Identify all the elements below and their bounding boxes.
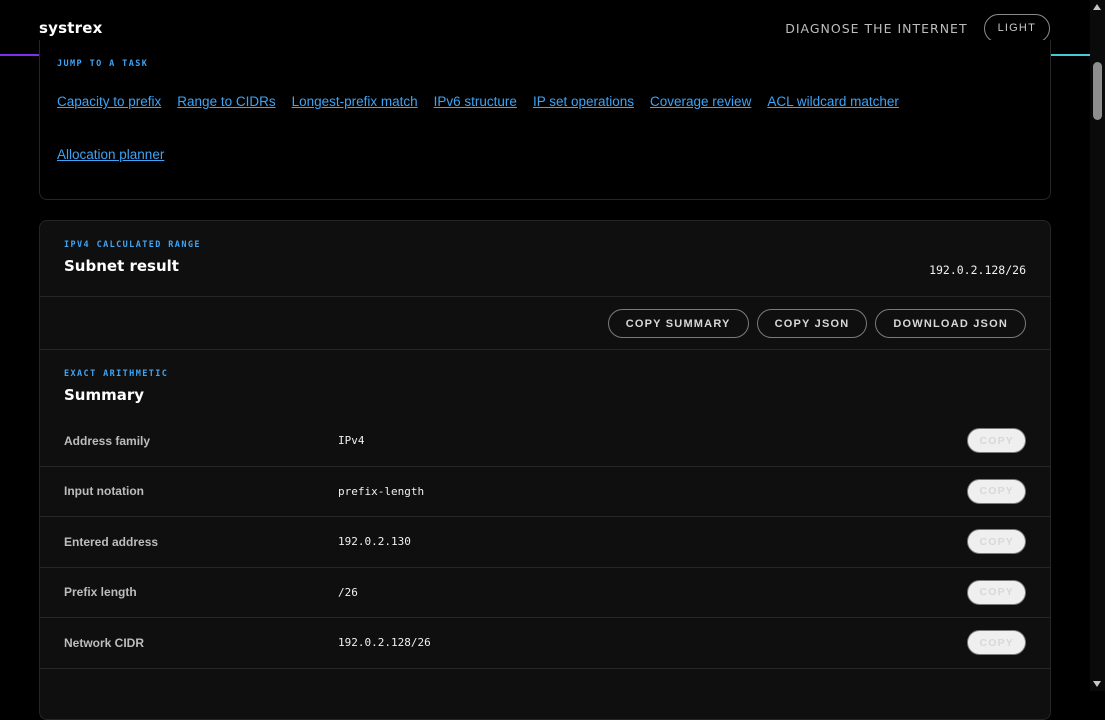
jump-eyebrow: JUMP TO A TASK xyxy=(57,59,149,69)
copy-json-button[interactable]: COPY JSON xyxy=(756,309,868,338)
task-link-ipv6-structure[interactable]: IPv6 structure xyxy=(434,92,517,112)
theme-toggle-button[interactable]: LIGHT xyxy=(983,13,1050,43)
task-link-longest-prefix-match[interactable]: Longest-prefix match xyxy=(292,92,418,112)
task-link-allocation-planner[interactable]: Allocation planner xyxy=(57,145,164,165)
scroll-down-arrow-icon[interactable] xyxy=(1093,681,1101,687)
copy-row-button[interactable]: COPY xyxy=(967,478,1026,504)
copy-row-button[interactable]: COPY xyxy=(967,579,1026,605)
task-link-capacity-to-prefix[interactable]: Capacity to prefix xyxy=(57,92,161,112)
summary-title: Summary xyxy=(64,386,145,404)
page-scrollbar[interactable] xyxy=(1090,0,1105,691)
task-link-acl-wildcard-matcher[interactable]: ACL wildcard matcher xyxy=(767,92,899,112)
row-value: IPv4 xyxy=(338,434,365,448)
row-value: 192.0.2.130 xyxy=(338,535,411,549)
summary-table: Address family IPv4 COPY Input notation … xyxy=(40,416,1050,669)
divider xyxy=(40,349,1050,350)
result-heading: IPV4 CALCULATED RANGE Subnet result xyxy=(64,240,201,275)
diagnose-internet-link[interactable]: DIAGNOSE THE INTERNET xyxy=(785,21,967,36)
download-json-button[interactable]: DOWNLOAD JSON xyxy=(875,309,1026,338)
result-actions: COPY SUMMARY COPY JSON DOWNLOAD JSON xyxy=(607,309,1026,338)
result-title: Subnet result xyxy=(64,257,179,275)
row-value: 192.0.2.128/26 xyxy=(338,636,431,650)
copy-summary-button[interactable]: COPY SUMMARY xyxy=(607,309,749,338)
copy-row-button[interactable]: COPY xyxy=(967,428,1026,454)
summary-eyebrow: EXACT ARITHMETIC xyxy=(64,369,169,379)
summary-row-address-family: Address family IPv4 COPY xyxy=(40,416,1050,467)
task-links: Capacity to prefix Range to CIDRs Longes… xyxy=(57,92,1017,165)
task-link-range-to-cidrs[interactable]: Range to CIDRs xyxy=(177,92,275,112)
summary-heading: EXACT ARITHMETIC Summary xyxy=(64,369,168,404)
row-label: Entered address xyxy=(64,534,159,549)
copy-row-button[interactable]: COPY xyxy=(967,630,1026,656)
row-label: Address family xyxy=(64,433,151,448)
subnet-result-panel: IPV4 CALCULATED RANGE Subnet result 192.… xyxy=(39,220,1051,720)
task-link-ip-set-operations[interactable]: IP set operations xyxy=(533,92,634,112)
brand-logo[interactable]: systrex xyxy=(39,19,102,37)
divider xyxy=(40,296,1050,297)
task-link-coverage-review[interactable]: Coverage review xyxy=(650,92,751,112)
row-value: /26 xyxy=(338,585,358,599)
copy-row-button[interactable]: COPY xyxy=(967,529,1026,555)
row-label: Input notation xyxy=(64,484,144,499)
top-nav: DIAGNOSE THE INTERNET LIGHT xyxy=(785,13,1050,43)
scrollbar-thumb[interactable] xyxy=(1093,62,1102,120)
row-value: prefix-length xyxy=(338,484,425,498)
row-label: Network CIDR xyxy=(64,635,145,650)
summary-row-prefix-length: Prefix length /26 COPY xyxy=(40,568,1050,618)
result-cidr: 192.0.2.128/26 xyxy=(929,263,1026,277)
summary-row-input-notation: Input notation prefix-length COPY xyxy=(40,467,1050,517)
summary-row-entered-address: Entered address 192.0.2.130 COPY xyxy=(40,517,1050,568)
jump-to-task-panel: JUMP TO A TASK Capacity to prefix Range … xyxy=(39,40,1051,200)
row-label: Prefix length xyxy=(64,585,137,600)
summary-row-network-cidr: Network CIDR 192.0.2.128/26 COPY xyxy=(40,618,1050,669)
result-eyebrow: IPV4 CALCULATED RANGE xyxy=(64,240,201,250)
scroll-up-arrow-icon[interactable] xyxy=(1093,4,1101,10)
